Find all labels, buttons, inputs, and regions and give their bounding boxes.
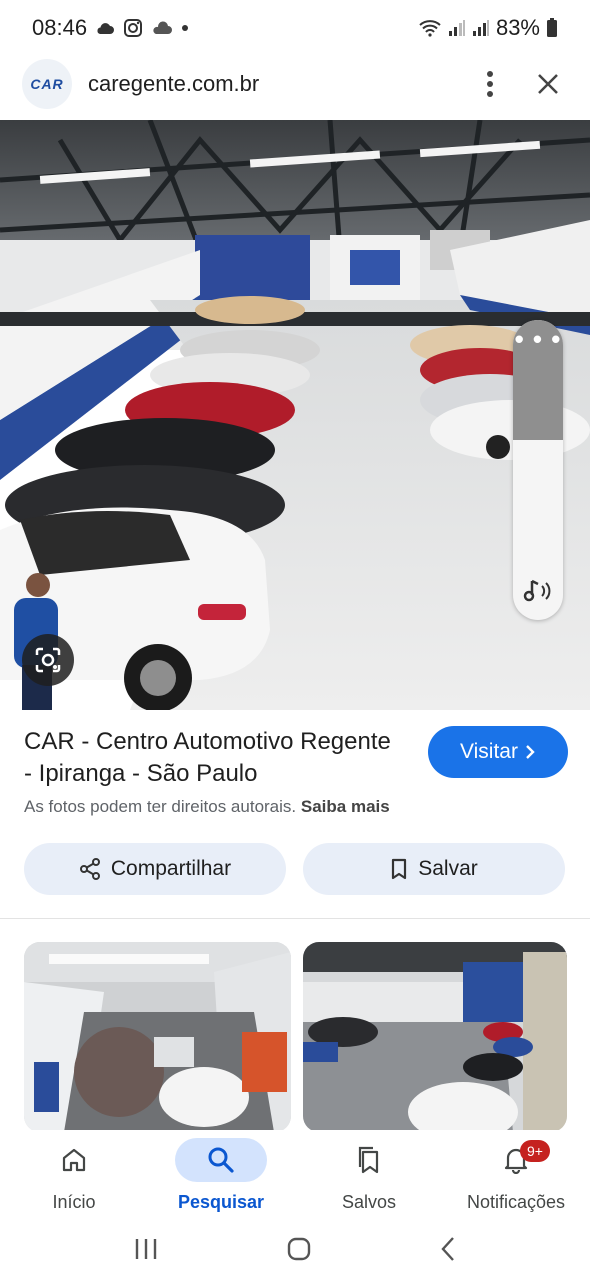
recents-button[interactable] [133, 1237, 159, 1266]
share-label: Compartilhar [110, 857, 232, 880]
save-label: Salvar [418, 857, 478, 880]
site-url[interactable]: caregente.com.br [88, 71, 452, 97]
nav-saved-label: Salvos [341, 1192, 397, 1212]
close-icon [538, 74, 558, 94]
visit-label: Visitar [460, 740, 518, 763]
save-button[interactable]: Salvar [303, 843, 565, 895]
related-image-1[interactable] [24, 942, 291, 1132]
status-left: 08:46 [32, 15, 189, 41]
nav-home[interactable]: Início [14, 1138, 134, 1213]
share-button[interactable]: Compartilhar [24, 843, 286, 895]
visit-button[interactable]: Visitar [428, 726, 568, 778]
status-time: 08:46 [32, 15, 88, 40]
nav-saved[interactable]: Salvos [309, 1138, 429, 1213]
bookmark-icon [392, 858, 407, 880]
music-note-icon [522, 577, 554, 610]
lens-button[interactable] [22, 634, 74, 686]
nav-search-pill [175, 1138, 267, 1182]
back-button[interactable] [439, 1236, 457, 1267]
bookmarks-icon [358, 1146, 379, 1174]
share-icon [79, 858, 100, 880]
screen: 08:46 83% CAR caregente.com.br • • • CAR… [0, 0, 590, 1280]
related-image-2[interactable] [303, 942, 567, 1132]
nav-notifications[interactable]: 9+ Notificações [456, 1138, 576, 1213]
dot-icon [181, 24, 189, 32]
copyright-text: As fotos podem ter direitos autorais. [24, 797, 297, 816]
status-bar: 08:46 83% [0, 0, 590, 56]
browser-header: CAR caregente.com.br [0, 56, 590, 112]
instagram-icon [123, 18, 143, 38]
nav-home-pill [28, 1138, 120, 1182]
bottom-navigation: Início Pesquisar Salvos 9+ Notificações [0, 1130, 590, 1222]
nav-saved-pill [323, 1138, 415, 1182]
cloud-icon [95, 21, 115, 35]
more-options-button[interactable] [470, 64, 510, 104]
divider [0, 918, 590, 919]
status-right: 83% [418, 15, 558, 41]
nav-search[interactable]: Pesquisar [161, 1138, 281, 1213]
back-icon [441, 1236, 454, 1261]
close-button[interactable] [528, 64, 568, 104]
nav-search-label: Pesquisar [177, 1192, 265, 1212]
cloud-icon [151, 21, 173, 35]
workshop-photo[interactable] [0, 120, 590, 710]
copyright-notice: As fotos podem ter direitos autorais. Sa… [24, 797, 390, 817]
search-icon [208, 1147, 234, 1173]
favicon-text: CAR [30, 76, 64, 92]
home-button[interactable] [286, 1236, 312, 1267]
signal-icon [448, 19, 466, 37]
more-dots-icon[interactable]: • • • [513, 326, 563, 352]
recents-icon [136, 1238, 157, 1259]
signal-icon [472, 19, 490, 37]
home-icon [62, 1148, 86, 1172]
home-circle-icon [287, 1237, 311, 1260]
nav-notifications-label: Notificações [466, 1192, 566, 1212]
learn-more-link[interactable]: Saiba mais [301, 797, 390, 816]
more-vert-icon [487, 71, 493, 97]
battery-icon [546, 18, 558, 38]
result-title[interactable]: CAR - Centro Automotivo Regente - Ipiran… [24, 726, 404, 790]
wifi-icon [418, 19, 442, 37]
system-navigation [0, 1222, 590, 1280]
nav-home-label: Início [52, 1192, 96, 1212]
battery-percent: 83% [495, 15, 540, 40]
volume-slider[interactable]: • • • [513, 320, 563, 620]
lens-icon [35, 647, 61, 673]
chevron-right-icon [526, 745, 535, 759]
notification-badge: 9+ [520, 1140, 550, 1162]
site-favicon: CAR [22, 59, 72, 109]
